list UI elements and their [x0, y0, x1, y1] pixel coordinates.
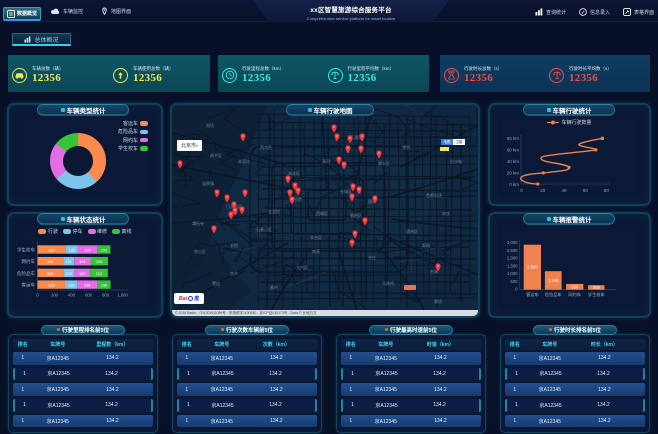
svg-text:0: 0: [515, 287, 518, 292]
svg-text:200: 200: [593, 285, 601, 290]
svg-text:1,200: 1,200: [548, 278, 559, 283]
svg-text:客运车: 客运车: [526, 291, 539, 298]
svg-text:2,000: 2,000: [507, 256, 518, 261]
svg-text:3,000: 3,000: [507, 240, 518, 245]
svg-text:300: 300: [571, 284, 579, 289]
svg-text:1,500: 1,500: [507, 263, 518, 268]
svg-text:500: 500: [511, 279, 519, 284]
svg-text:网约车: 网约车: [568, 291, 581, 298]
svg-text:2,900: 2,900: [527, 265, 538, 270]
svg-text:2,500: 2,500: [507, 248, 518, 253]
svg-text:学生校车: 学生校车: [588, 291, 605, 298]
svg-text:危险品车: 危险品车: [545, 291, 562, 298]
svg-text:1,000: 1,000: [507, 271, 518, 276]
